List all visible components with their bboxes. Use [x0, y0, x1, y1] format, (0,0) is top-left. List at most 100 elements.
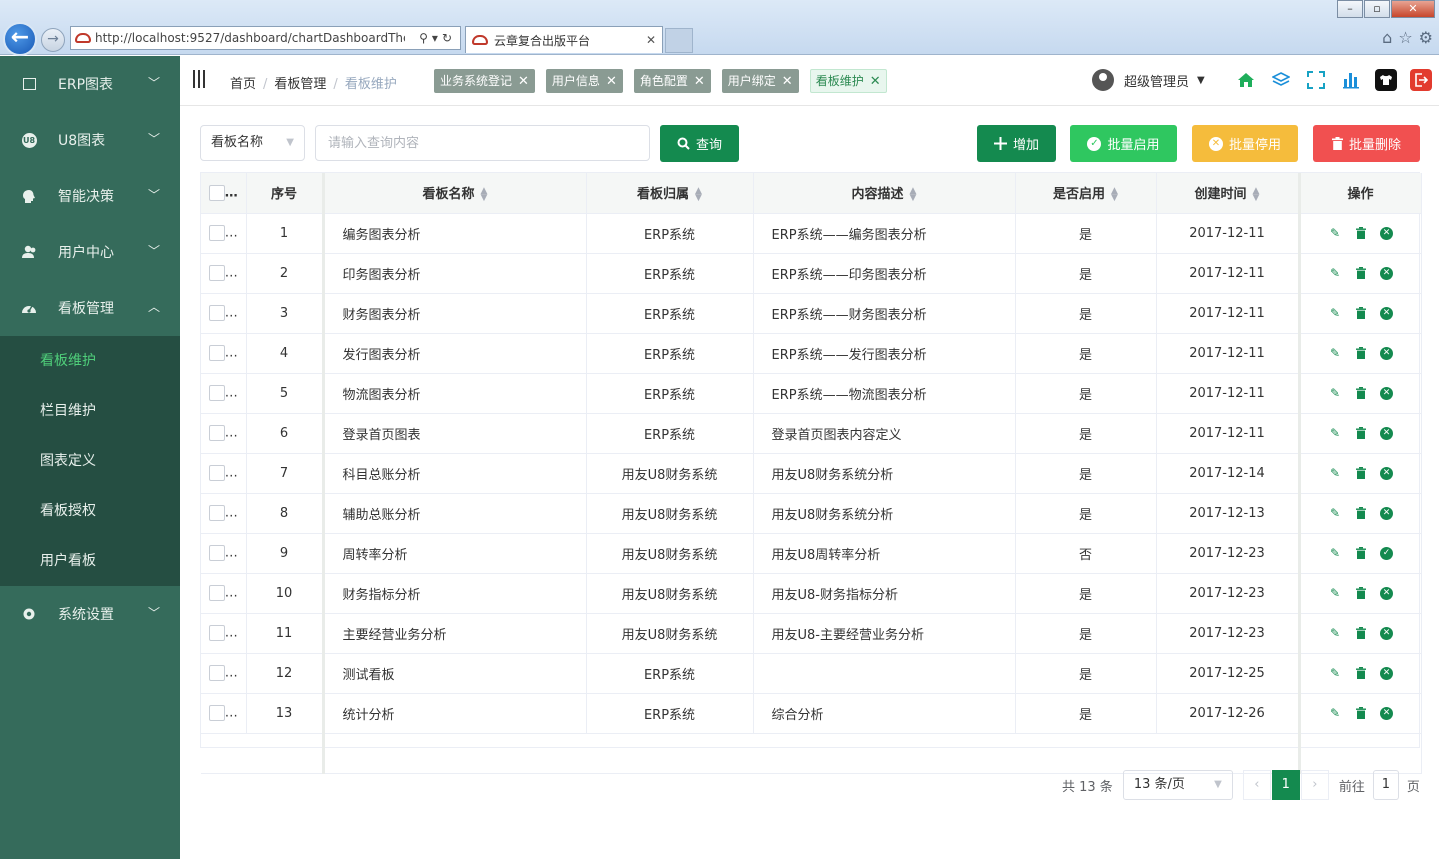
- disable-icon[interactable]: ✕: [1380, 346, 1393, 360]
- trash-icon[interactable]: [1354, 226, 1368, 240]
- edit-icon[interactable]: ✎: [1328, 706, 1342, 720]
- disable-icon[interactable]: ✕: [1380, 626, 1393, 640]
- sidebar-item-dashboard-mgmt[interactable]: 看板管理 ︿: [0, 280, 180, 336]
- disable-icon[interactable]: ✕: [1380, 306, 1393, 320]
- disable-icon[interactable]: ✕: [1380, 666, 1393, 680]
- goto-page-input[interactable]: 1: [1372, 770, 1399, 800]
- sidebar-item-u8[interactable]: U8 U8图表 ﹀: [0, 112, 180, 168]
- close-window-button[interactable]: ✕: [1391, 0, 1435, 18]
- checkbox[interactable]: [208, 625, 225, 641]
- edit-icon[interactable]: ✎: [1328, 386, 1342, 400]
- forward-button[interactable]: →: [41, 28, 65, 52]
- submenu-item-dashboard-maintain[interactable]: 看板维护: [0, 336, 180, 386]
- search-input[interactable]: [315, 125, 650, 161]
- row-select-cell[interactable]: …: [201, 213, 247, 254]
- checkbox[interactable]: [208, 225, 225, 241]
- home-icon[interactable]: ⌂: [1382, 28, 1392, 47]
- edit-icon[interactable]: ✎: [1328, 346, 1342, 360]
- disable-icon[interactable]: ✕: [1380, 506, 1393, 520]
- batch-enable-button[interactable]: ✓ 批量启用: [1070, 125, 1177, 162]
- row-select-cell[interactable]: …: [201, 413, 247, 454]
- trash-icon[interactable]: [1354, 706, 1368, 720]
- edit-icon[interactable]: ✎: [1328, 266, 1342, 280]
- sort-icon[interactable]: ▲ ▼: [910, 186, 917, 202]
- logout-icon[interactable]: [1410, 69, 1432, 91]
- sidebar-item-decision[interactable]: 智能决策 ﹀: [0, 168, 180, 224]
- home-icon[interactable]: [1235, 69, 1257, 91]
- page-number-current[interactable]: 1: [1271, 770, 1300, 800]
- row-select-cell[interactable]: …: [201, 373, 247, 414]
- search-field-select[interactable]: 看板名称 ▼: [200, 125, 305, 161]
- edit-icon[interactable]: ✎: [1328, 306, 1342, 320]
- row-select-cell[interactable]: …: [201, 573, 247, 614]
- trash-icon[interactable]: [1354, 626, 1368, 640]
- row-select-cell[interactable]: …: [201, 693, 247, 734]
- browser-tab[interactable]: 云章复合出版平台 ✕: [465, 26, 663, 53]
- breadcrumb-dashboard-mgmt[interactable]: 看板管理: [274, 77, 326, 92]
- row-select-cell[interactable]: …: [201, 653, 247, 694]
- trash-icon[interactable]: [1354, 586, 1368, 600]
- checkbox[interactable]: [208, 385, 225, 401]
- row-select-cell[interactable]: …: [201, 253, 247, 294]
- trash-icon[interactable]: [1354, 546, 1368, 560]
- submenu-item-dashboard-auth[interactable]: 看板授权: [0, 486, 180, 536]
- page-size-select[interactable]: 13 条/页 ▼: [1122, 770, 1233, 800]
- row-select-cell[interactable]: …: [201, 613, 247, 654]
- edit-icon[interactable]: ✎: [1328, 546, 1342, 560]
- layers-icon[interactable]: [1270, 69, 1292, 91]
- header-name[interactable]: 看板名称 ▲ ▼: [323, 173, 587, 214]
- tag-user-binding[interactable]: 用户绑定 ✕: [721, 69, 799, 93]
- address-bar[interactable]: http://localhost:9527/dashboard/chartDas…: [70, 26, 461, 50]
- close-icon[interactable]: ✕: [694, 74, 705, 89]
- trash-icon[interactable]: [1354, 426, 1368, 440]
- checkbox[interactable]: [208, 705, 225, 721]
- checkbox[interactable]: [208, 465, 225, 481]
- trash-icon[interactable]: [1354, 466, 1368, 480]
- minimize-button[interactable]: –: [1337, 0, 1363, 18]
- submenu-item-chart-define[interactable]: 图表定义: [0, 436, 180, 486]
- edit-icon[interactable]: ✎: [1328, 226, 1342, 240]
- header-enabled[interactable]: 是否启用 ▲ ▼: [1015, 173, 1157, 214]
- submenu-item-user-dashboard[interactable]: 用户看板: [0, 536, 180, 586]
- row-select-cell[interactable]: …: [201, 533, 247, 574]
- edit-icon[interactable]: ✎: [1328, 666, 1342, 680]
- query-button[interactable]: 查询: [660, 125, 739, 162]
- url-text[interactable]: http://localhost:9527/dashboard/chartDas…: [95, 31, 405, 45]
- gear-icon[interactable]: ⚙: [1419, 28, 1433, 47]
- edit-icon[interactable]: ✎: [1328, 626, 1342, 640]
- batch-delete-button[interactable]: 批量删除: [1313, 125, 1420, 162]
- trash-icon[interactable]: [1354, 346, 1368, 360]
- shirt-icon[interactable]: [1375, 69, 1397, 91]
- sidebar-item-user-center[interactable]: 用户中心 ﹀: [0, 224, 180, 280]
- new-tab-button[interactable]: [665, 28, 693, 53]
- menu-toggle-icon[interactable]: [193, 70, 207, 88]
- next-page-button[interactable]: ›: [1300, 770, 1329, 800]
- breadcrumb-home[interactable]: 首页: [230, 77, 256, 92]
- tag-user-info[interactable]: 用户信息 ✕: [545, 69, 623, 93]
- tag-role-config[interactable]: 角色配置 ✕: [633, 69, 711, 93]
- header-select-all[interactable]: …: [201, 173, 247, 214]
- sort-icon[interactable]: ▲ ▼: [1111, 186, 1118, 202]
- fullscreen-icon[interactable]: [1305, 69, 1327, 91]
- sort-icon[interactable]: ▲ ▼: [695, 186, 702, 202]
- disable-icon[interactable]: ✕: [1380, 386, 1393, 400]
- row-select-cell[interactable]: …: [201, 333, 247, 374]
- batch-disable-button[interactable]: ✕ 批量停用: [1192, 125, 1298, 162]
- star-icon[interactable]: ☆: [1398, 28, 1412, 47]
- disable-icon[interactable]: ✕: [1380, 466, 1393, 480]
- disable-icon[interactable]: ✕: [1380, 226, 1393, 240]
- disable-icon[interactable]: ✕: [1380, 266, 1393, 280]
- tag-dashboard-maintain[interactable]: 看板维护 ✕: [809, 69, 887, 93]
- disable-icon[interactable]: ✕: [1380, 706, 1393, 720]
- checkbox[interactable]: [208, 585, 225, 601]
- checkbox[interactable]: [208, 184, 225, 201]
- close-icon[interactable]: ✕: [518, 74, 529, 89]
- bar-chart-icon[interactable]: [1340, 69, 1362, 91]
- close-icon[interactable]: ✕: [606, 74, 617, 89]
- close-icon[interactable]: ✕: [870, 74, 881, 89]
- edit-icon[interactable]: ✎: [1328, 426, 1342, 440]
- sidebar-item-settings[interactable]: 系统设置 ﹀: [0, 586, 180, 642]
- address-controls[interactable]: ⚲▾↻: [419, 31, 456, 45]
- row-select-cell[interactable]: …: [201, 493, 247, 534]
- tab-close-icon[interactable]: ✕: [646, 33, 656, 47]
